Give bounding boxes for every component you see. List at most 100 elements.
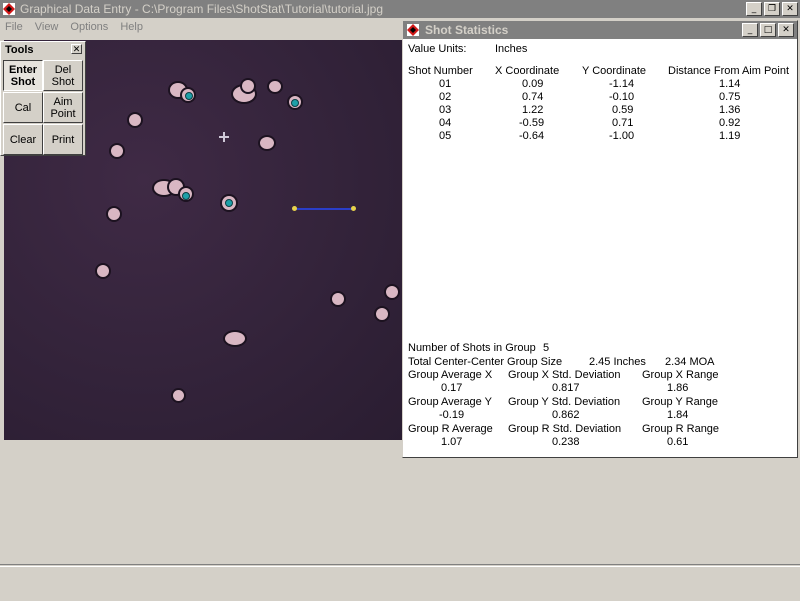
stats-title: Shot Statistics <box>425 23 509 37</box>
group-size-label: Total Center-Center Group Size <box>408 356 563 368</box>
calibration-line[interactable] <box>294 208 354 210</box>
main-titlebar[interactable]: Graphical Data Entry - C:\Program Files\… <box>0 0 800 18</box>
shot-statistics-window: Shot Statistics _ □ ✕ Value Units: Inche… <box>402 20 798 458</box>
bullet-hole <box>129 114 141 126</box>
summary-label: Group Y Std. Deviation <box>508 396 621 408</box>
summary-value: 0.61 <box>667 436 689 448</box>
maximize-icon: □ <box>763 25 773 35</box>
menu-file[interactable]: File <box>0 18 30 38</box>
value-units: Inches <box>495 43 528 55</box>
x-coordinate: -0.64 <box>519 130 545 142</box>
bullet-hole <box>111 145 123 157</box>
menu-view[interactable]: View <box>30 18 66 38</box>
red-diamond-icon <box>407 24 419 36</box>
col-x-coordinate: X Coordinate <box>495 65 560 77</box>
x-coordinate: 0.09 <box>522 78 544 90</box>
minimize-icon: _ <box>747 25 753 35</box>
y-coordinate: -1.14 <box>609 78 635 90</box>
stats-titlebar[interactable]: Shot Statistics _ □ ✕ <box>403 21 797 39</box>
close-icon: ✕ <box>782 25 790 35</box>
menu-options[interactable]: Options <box>65 18 115 38</box>
summary-label: Group X Range <box>642 369 719 381</box>
stats-minimize-button[interactable]: _ <box>742 23 758 37</box>
x-coordinate: 0.74 <box>522 91 544 103</box>
bullet-hole <box>173 390 184 401</box>
summary-label: Group X Std. Deviation <box>508 369 621 381</box>
tools-title: Tools <box>5 44 34 56</box>
summary-value: -0.19 <box>439 409 465 421</box>
print-button[interactable]: Print <box>43 124 83 155</box>
y-coordinate: -0.10 <box>609 91 635 103</box>
shot-number: 02 <box>439 91 452 103</box>
shot-number: 01 <box>439 78 452 90</box>
summary-value: 0.862 <box>552 409 580 421</box>
divider <box>0 564 800 565</box>
summary-value: 0.238 <box>552 436 580 448</box>
bullet-hole <box>242 80 254 92</box>
distance: 0.92 <box>719 117 741 129</box>
summary-value: 0.817 <box>552 382 580 394</box>
stats-body: Value Units: Inches Shot Number X Coordi… <box>403 39 797 457</box>
summary-value: 0.17 <box>441 382 463 394</box>
x-coordinate: -0.59 <box>519 117 545 129</box>
red-diamond-icon <box>3 3 15 15</box>
y-coordinate: -1.00 <box>609 130 635 142</box>
shot-number: 04 <box>439 117 452 129</box>
aim-point-crosshair-icon[interactable] <box>219 132 229 142</box>
summary-value: 1.86 <box>667 382 689 394</box>
col-shot-number: Shot Number <box>408 65 473 77</box>
num-shots-label: Number of Shots in Group <box>408 342 536 354</box>
del-shot-button[interactable]: Del Shot <box>43 60 83 91</box>
tools-header[interactable]: Tools ✕ <box>1 42 85 57</box>
restore-button[interactable]: ❐ <box>764 2 780 16</box>
value-units-label: Value Units: <box>408 43 467 55</box>
status-bar <box>0 566 800 601</box>
bullet-hole <box>269 81 281 92</box>
bullet-hole <box>108 208 120 220</box>
col-distance: Distance From Aim Point <box>668 65 790 77</box>
summary-label: Group Average Y <box>408 396 492 408</box>
cal-button[interactable]: Cal <box>3 92 43 123</box>
clear-button[interactable]: Clear <box>3 124 43 155</box>
num-shots-value: 5 <box>543 342 550 354</box>
shot-number: 03 <box>439 104 452 116</box>
bullet-hole <box>376 308 388 320</box>
calibration-endpoint[interactable] <box>351 206 356 211</box>
menu-help[interactable]: Help <box>115 18 150 38</box>
shot-marker[interactable] <box>291 99 299 107</box>
distance: 0.75 <box>719 91 741 103</box>
stats-close-button[interactable]: ✕ <box>778 23 794 37</box>
summary-label: Group Y Range <box>642 396 719 408</box>
summary-label: Group R Range <box>642 423 720 435</box>
window-title: Graphical Data Entry - C:\Program Files\… <box>20 2 384 16</box>
bullet-hole <box>386 286 398 298</box>
minimize-button[interactable]: _ <box>746 2 762 16</box>
calibration-endpoint[interactable] <box>292 206 297 211</box>
close-button[interactable]: ✕ <box>782 2 798 16</box>
distance: 1.36 <box>719 104 741 116</box>
close-icon[interactable]: ✕ <box>71 44 82 54</box>
stats-maximize-button[interactable]: □ <box>760 23 776 37</box>
y-coordinate: 0.59 <box>612 104 634 116</box>
shot-marker[interactable] <box>225 199 233 207</box>
bullet-hole <box>97 265 109 277</box>
shot-number: 05 <box>439 130 452 142</box>
y-coordinate: 0.71 <box>612 117 634 129</box>
summary-label: Group Average X <box>408 369 493 381</box>
distance: 1.19 <box>719 130 741 142</box>
minimize-icon: _ <box>751 4 757 14</box>
shot-marker[interactable] <box>182 192 190 200</box>
bullet-hole <box>225 332 245 345</box>
summary-label: Group R Average <box>408 423 493 435</box>
distance: 1.14 <box>719 78 741 90</box>
tools-palette: Tools ✕ Enter Shot Del Shot Cal Aim Poin… <box>0 41 86 156</box>
shot-marker[interactable] <box>185 92 193 100</box>
enter-shot-button[interactable]: Enter Shot <box>3 60 43 91</box>
summary-label: Group R Std. Deviation <box>508 423 622 435</box>
x-coordinate: 1.22 <box>522 104 544 116</box>
aim-point-button[interactable]: Aim Point <box>43 92 83 123</box>
restore-icon: ❐ <box>767 4 777 14</box>
bullet-hole <box>332 293 344 305</box>
summary-value: 1.84 <box>667 409 689 421</box>
col-y-coordinate: Y Coordinate <box>582 65 647 77</box>
